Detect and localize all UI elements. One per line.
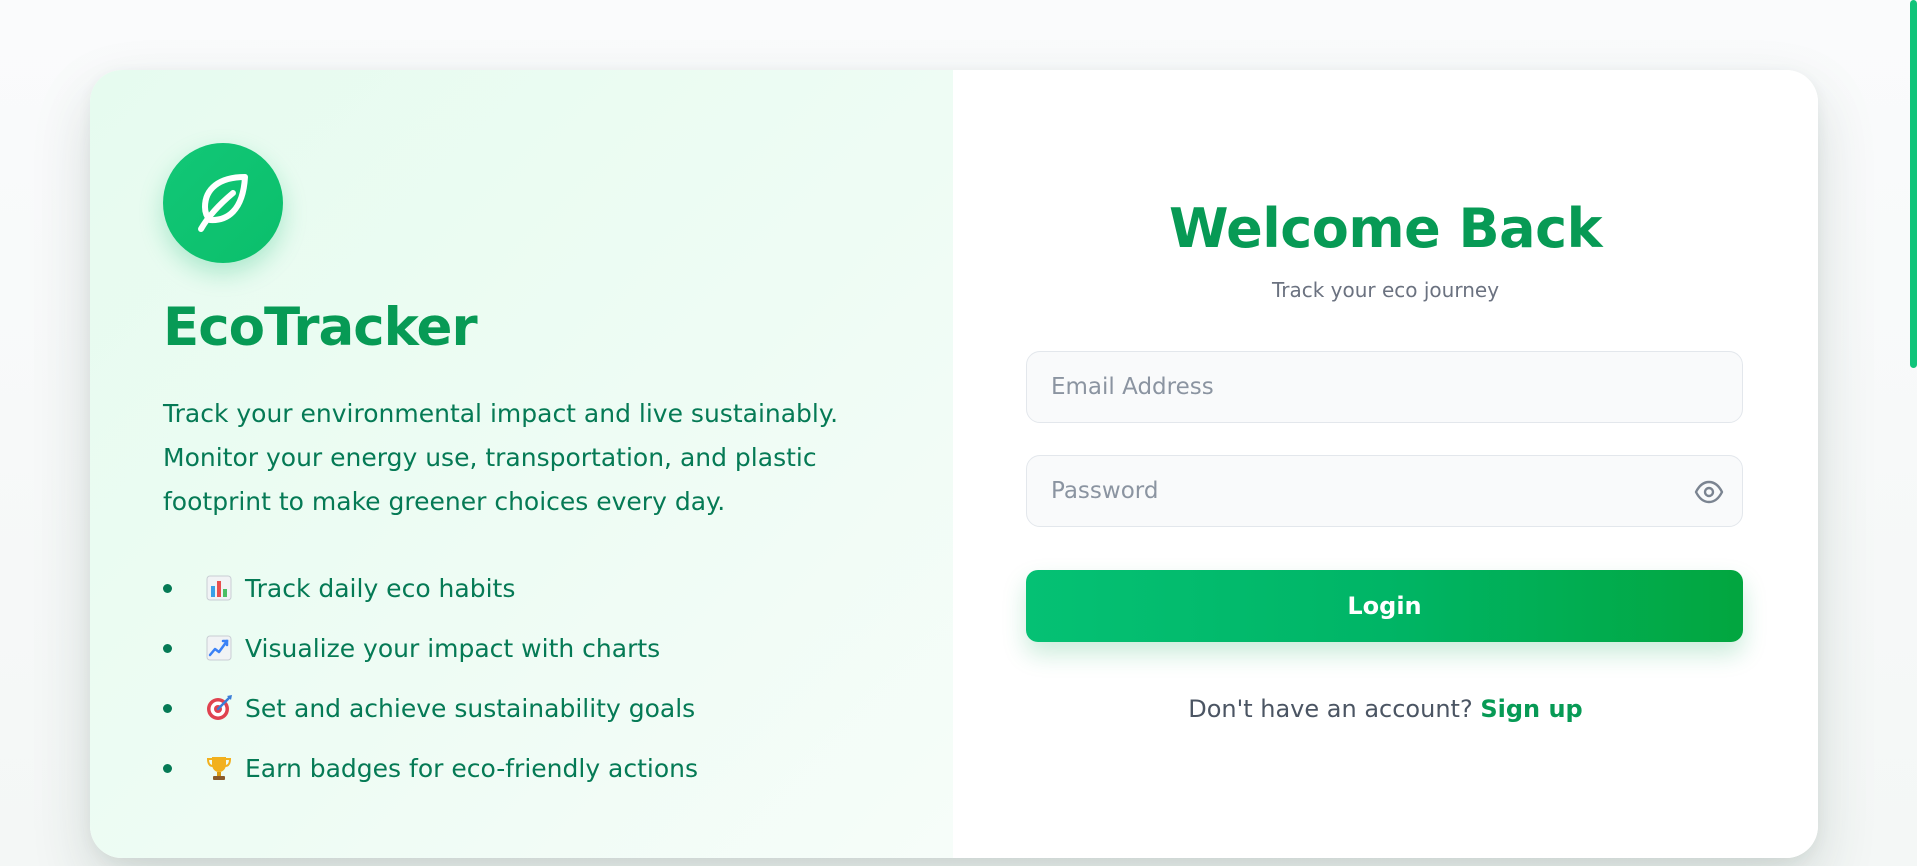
list-item: Set and achieve sustainability goals: [163, 678, 953, 738]
bullet: [163, 703, 172, 713]
password-field[interactable]: [1027, 456, 1742, 526]
feature-label: Earn badges for eco-friendly actions: [245, 753, 699, 783]
feature-label: Set and achieve sustainability goals: [245, 693, 696, 723]
feature-label: Visualize your impact with charts: [245, 633, 661, 663]
scrollbar[interactable]: [1909, 0, 1917, 866]
signup-link[interactable]: Sign up: [1480, 695, 1582, 723]
target-icon: [207, 695, 232, 720]
logo: [163, 143, 283, 263]
bullet: [163, 583, 172, 593]
bar-chart-icon: [206, 575, 232, 601]
page-title: Welcome Back: [1168, 197, 1603, 260]
email-field[interactable]: [1027, 352, 1742, 422]
trend-chart-icon: [206, 635, 232, 661]
login-page: EcoTracker Track your environmental impa…: [0, 0, 1917, 866]
bullet: [163, 643, 172, 653]
brand-name: EcoTracker: [163, 297, 478, 358]
password-field-wrapper: [1026, 455, 1743, 527]
feature-list: Track daily eco habits Visualize your im…: [163, 558, 953, 798]
list-item: Earn badges for eco-friendly actions: [163, 738, 953, 798]
list-item: Track daily eco habits: [163, 558, 953, 618]
brand-tagline: Track your environmental impact and live…: [163, 399, 839, 516]
login-card: EcoTracker Track your environmental impa…: [90, 70, 1818, 858]
signup-prompt-line: Don't have an account? Sign up: [953, 695, 1818, 723]
brand-panel: EcoTracker Track your environmental impa…: [90, 70, 953, 858]
bullet: [163, 763, 172, 773]
scrollbar-thumb[interactable]: [1910, 0, 1917, 368]
page-subtitle: Track your eco journey: [1271, 278, 1500, 302]
email-field-wrapper: [1026, 351, 1743, 423]
eye-icon[interactable]: [1694, 478, 1724, 506]
feature-label: Track daily eco habits: [245, 573, 516, 603]
login-form-panel: Welcome Back Track your eco journey Logi…: [953, 70, 1818, 858]
signup-prompt: Don't have an account?: [1188, 695, 1473, 723]
login-button[interactable]: Login: [1026, 570, 1743, 642]
leaf-icon: [198, 174, 248, 232]
list-item: Visualize your impact with charts: [163, 618, 953, 678]
trophy-icon: [206, 757, 232, 780]
